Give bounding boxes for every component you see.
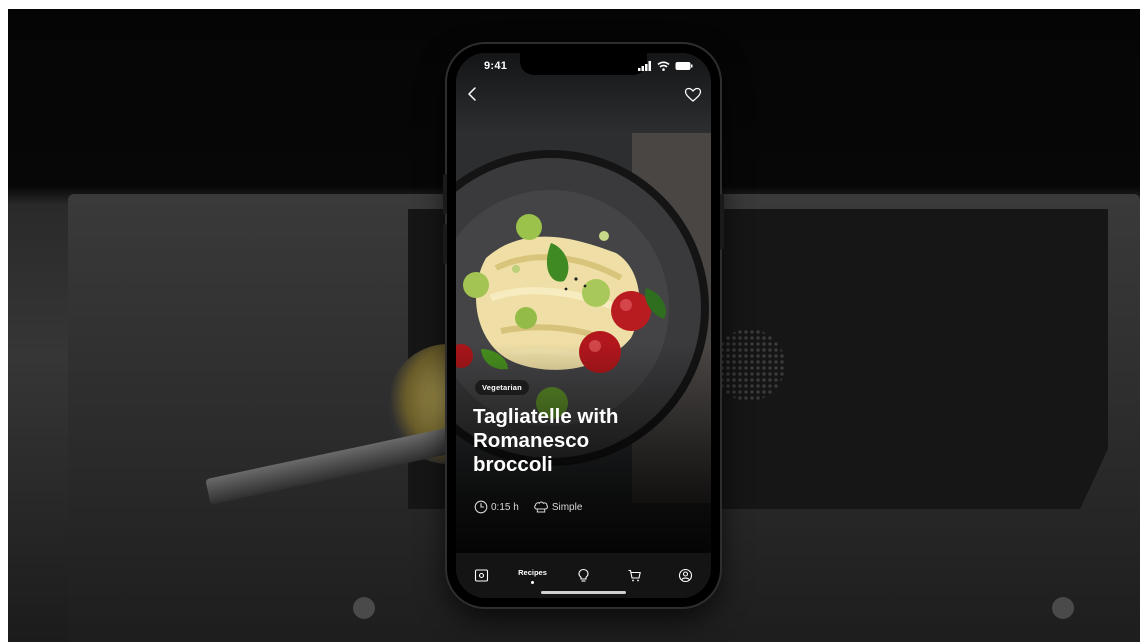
chef-hat-icon xyxy=(533,501,548,513)
difficulty: Simple xyxy=(533,500,583,514)
status-icons xyxy=(638,61,693,71)
category-badge: Vegetarian xyxy=(475,380,529,395)
heart-icon xyxy=(684,87,702,102)
tab-camera[interactable] xyxy=(462,560,502,592)
favorite-button[interactable] xyxy=(683,85,703,105)
lightbulb-icon xyxy=(578,568,589,582)
notch xyxy=(520,53,647,75)
volume-button xyxy=(443,224,447,264)
phone-device: 9:41 Vegetarian Tagliatelle with Romanes… xyxy=(443,44,724,607)
active-tab-indicator xyxy=(531,580,534,584)
profile-icon xyxy=(678,568,693,583)
control-knob xyxy=(1052,597,1074,619)
home-indicator xyxy=(541,591,626,594)
battery-icon xyxy=(675,62,693,70)
tab-recipes-label: Recipes xyxy=(518,567,547,577)
tab-recipes[interactable]: Recipes xyxy=(513,560,553,592)
difficulty-text: Simple xyxy=(551,501,583,513)
app-screen: 9:41 Vegetarian Tagliatelle with Romanes… xyxy=(456,53,711,598)
power-button xyxy=(720,194,724,250)
cooktop-vent xyxy=(713,329,785,401)
recipe-title-line: Tagliatelle with xyxy=(473,405,619,428)
recipe-title-line: Romanesco xyxy=(473,429,590,452)
camera-icon xyxy=(474,569,489,582)
tab-ideas[interactable] xyxy=(564,560,604,592)
tab-profile[interactable] xyxy=(666,560,706,592)
signal-icon xyxy=(638,61,651,71)
wifi-icon xyxy=(657,61,670,71)
clock-icon xyxy=(474,500,488,514)
duration-text: 0:15 h xyxy=(491,501,519,513)
back-button[interactable] xyxy=(462,83,484,105)
chevron-left-icon xyxy=(468,87,476,101)
volume-button xyxy=(443,174,447,214)
cart-icon xyxy=(628,569,641,582)
duration: 0:15 h xyxy=(474,500,519,514)
recipe-title-line: broccoli xyxy=(473,453,553,476)
recipe-meta: 0:15 h Simple xyxy=(474,500,582,514)
recipe-title: Tagliatelle with Romanesco broccoli xyxy=(473,405,693,477)
status-time: 9:41 xyxy=(484,60,508,72)
control-knob xyxy=(353,597,375,619)
photo-gradient-overlay xyxy=(456,53,711,553)
tab-cart[interactable] xyxy=(615,560,655,592)
